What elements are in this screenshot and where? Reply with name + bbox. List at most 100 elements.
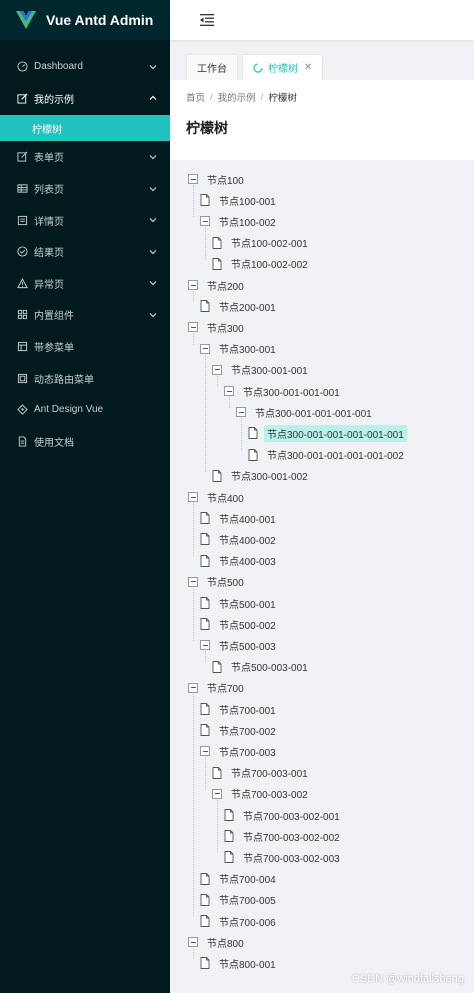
tree-node-label[interactable]: 节点500-002 [216, 616, 279, 633]
sidebar-item-label: 内置组件 [34, 311, 74, 323]
sidebar-item-10[interactable]: Ant Design Vue [0, 394, 170, 426]
sidebar-item-6[interactable]: 异常页 [0, 268, 170, 300]
tree-node-label[interactable]: 节点300-001-001-001-001 [252, 404, 375, 421]
tree-node: 节点500-003 [200, 635, 279, 655]
breadcrumb-home[interactable]: 首页 [186, 90, 205, 104]
sidebar-item-11[interactable]: 使用文档 [0, 426, 170, 458]
tree-node-label[interactable]: 节点500-003 [216, 637, 279, 654]
tab-label: 柠檬树 [268, 64, 298, 75]
tree-node-label-selected[interactable]: 节点300-001-001-001-001-001 [264, 424, 407, 442]
tree-node-label[interactable]: 节点200-001 [216, 298, 279, 315]
sidebar-item-5[interactable]: 结果页 [0, 236, 170, 268]
tree-node-label[interactable]: 节点300-001-002 [228, 467, 311, 484]
tree-node-label[interactable]: 节点100 [204, 171, 247, 188]
collapse-switcher-icon[interactable] [212, 364, 222, 375]
collapse-switcher-icon[interactable] [188, 492, 198, 502]
tree-node-label[interactable]: 节点700-002 [216, 722, 279, 739]
sidebar-item-0[interactable]: Dashboard [0, 51, 170, 83]
tree-node-label[interactable]: 节点300-001-001-001-001-002 [264, 446, 407, 463]
collapse-switcher-icon[interactable] [236, 407, 246, 418]
page-header: 首页 / 我的示例 / 柠檬树 柠檬树 [170, 80, 474, 160]
tree-node-label[interactable]: 节点700-003-002-003 [240, 849, 343, 866]
tree-node-label[interactable]: 节点700-001 [216, 701, 279, 718]
tree-node-label[interactable]: 节点800 [204, 934, 247, 951]
minus-icon [190, 496, 196, 498]
collapse-switcher-icon[interactable] [188, 280, 198, 290]
file-icon [248, 448, 258, 461]
tree-node: 节点500 [188, 572, 247, 592]
sidebar-item-label: 结果页 [34, 248, 64, 260]
tree-node-label[interactable]: 节点400-003 [216, 552, 279, 569]
tree-node-label[interactable]: 节点700-003-001 [228, 764, 311, 781]
tree-node-label[interactable]: 节点700-004 [216, 870, 279, 887]
tree-node: 节点700-003-002-001 [224, 805, 343, 825]
collapse-switcher-icon[interactable] [212, 788, 222, 799]
tree-node-label[interactable]: 节点100-002-002 [228, 255, 311, 272]
tree-node-label[interactable]: 节点500-003-001 [228, 658, 311, 675]
sidebar-item-1[interactable]: 我的示例 [0, 83, 170, 115]
file-icon [200, 872, 210, 885]
file-icon [200, 300, 210, 313]
tree-node-label[interactable]: 节点100-002 [216, 213, 279, 230]
tree-node-label[interactable]: 节点300 [204, 319, 247, 336]
tree-node-label[interactable]: 节点200 [204, 277, 247, 294]
tree-node-label[interactable]: 节点500 [204, 573, 247, 590]
tab-lemon-tree[interactable]: 柠檬树 ✕ [242, 54, 324, 80]
tree-node-label[interactable]: 节点100-002-001 [228, 234, 311, 251]
file-icon [200, 703, 210, 715]
collapse-switcher-icon[interactable] [188, 322, 198, 333]
sidebar-subitem-active[interactable]: 柠檬树 [0, 115, 170, 142]
tree-node: 节点400-002 [200, 529, 279, 549]
tree-node-label[interactable]: 节点500-001 [216, 595, 279, 612]
tree-node-label[interactable]: 节点400-001 [216, 510, 279, 527]
collapse-switcher-icon[interactable] [224, 386, 234, 396]
tree-node: 节点100-002-002 [212, 254, 311, 274]
menu-fold-icon[interactable] [200, 14, 214, 26]
tree-node-label[interactable]: 节点300-001 [216, 340, 279, 357]
tree-node-label[interactable]: 节点700-003-002-001 [240, 807, 343, 824]
chevron-down-icon [148, 215, 158, 225]
sidebar-item-3[interactable]: 列表页 [0, 173, 170, 205]
tree-node-label[interactable]: 节点100-001 [216, 192, 279, 209]
collapse-switcher-icon[interactable] [200, 640, 210, 651]
tree-node-label[interactable]: 节点300-001-001-001 [240, 383, 343, 400]
sidebar-item-9[interactable]: 动态路由菜单 [0, 362, 170, 394]
tree-node-label[interactable]: 节点400-002 [216, 531, 279, 548]
tree-node: 节点700-003-002-003 [224, 847, 343, 867]
tree-node-label[interactable]: 节点700 [204, 679, 247, 696]
sidebar-item-7[interactable]: 内置组件 [0, 299, 170, 331]
close-icon[interactable]: ✕ [304, 62, 312, 73]
tree-node-label[interactable]: 节点700-003 [216, 743, 279, 760]
breadcrumb-my-examples[interactable]: 我的示例 [218, 90, 256, 104]
sidebar-item-8[interactable]: 带参菜单 [0, 331, 170, 363]
sidebar: Vue Antd Admin Dashboard 我的示例 柠檬树 表单页 列表页 详情页… [0, 0, 170, 993]
tree-node-label[interactable]: 节点800-001 [216, 955, 279, 972]
menu-icon [16, 341, 28, 353]
collapse-switcher-icon[interactable] [200, 746, 210, 757]
tree-node-label[interactable]: 节点700-006 [216, 913, 279, 930]
chevron-down-icon [148, 278, 158, 288]
minus-icon [214, 369, 220, 371]
tree-node-label[interactable]: 节点400 [204, 489, 247, 506]
tree-node-label[interactable]: 节点700-003-002 [228, 785, 311, 802]
appstore-icon [16, 309, 28, 321]
tree-node-label[interactable]: 节点300-001-001 [228, 361, 311, 378]
sidebar-item-4[interactable]: 详情页 [0, 204, 170, 236]
main-area: 工作台 柠檬树 ✕ 首页 / 我的示例 / 柠檬树 柠檬树 节点100 节点100… [170, 0, 474, 993]
tree-node: 节点300-001-002 [212, 466, 311, 486]
tab-workbench[interactable]: 工作台 [186, 54, 238, 80]
collapse-switcher-icon[interactable] [200, 343, 210, 354]
tree-node-label[interactable]: 节点700-005 [216, 891, 279, 908]
collapse-switcher-icon[interactable] [188, 174, 198, 184]
warning-icon [16, 277, 28, 289]
collapse-switcher-icon[interactable] [188, 937, 198, 948]
collapse-switcher-icon[interactable] [188, 576, 198, 587]
profile-icon [16, 214, 28, 226]
logo-bar[interactable]: Vue Antd Admin [0, 0, 170, 40]
collapse-switcher-icon[interactable] [200, 216, 210, 227]
tree-node-label[interactable]: 节点700-003-002-002 [240, 828, 343, 845]
collapse-switcher-icon[interactable] [188, 682, 198, 693]
tree-guide-line [217, 375, 218, 387]
tree-node: 节点300-001-001-001-001 [236, 402, 375, 422]
sidebar-item-2[interactable]: 表单页 [0, 141, 170, 173]
